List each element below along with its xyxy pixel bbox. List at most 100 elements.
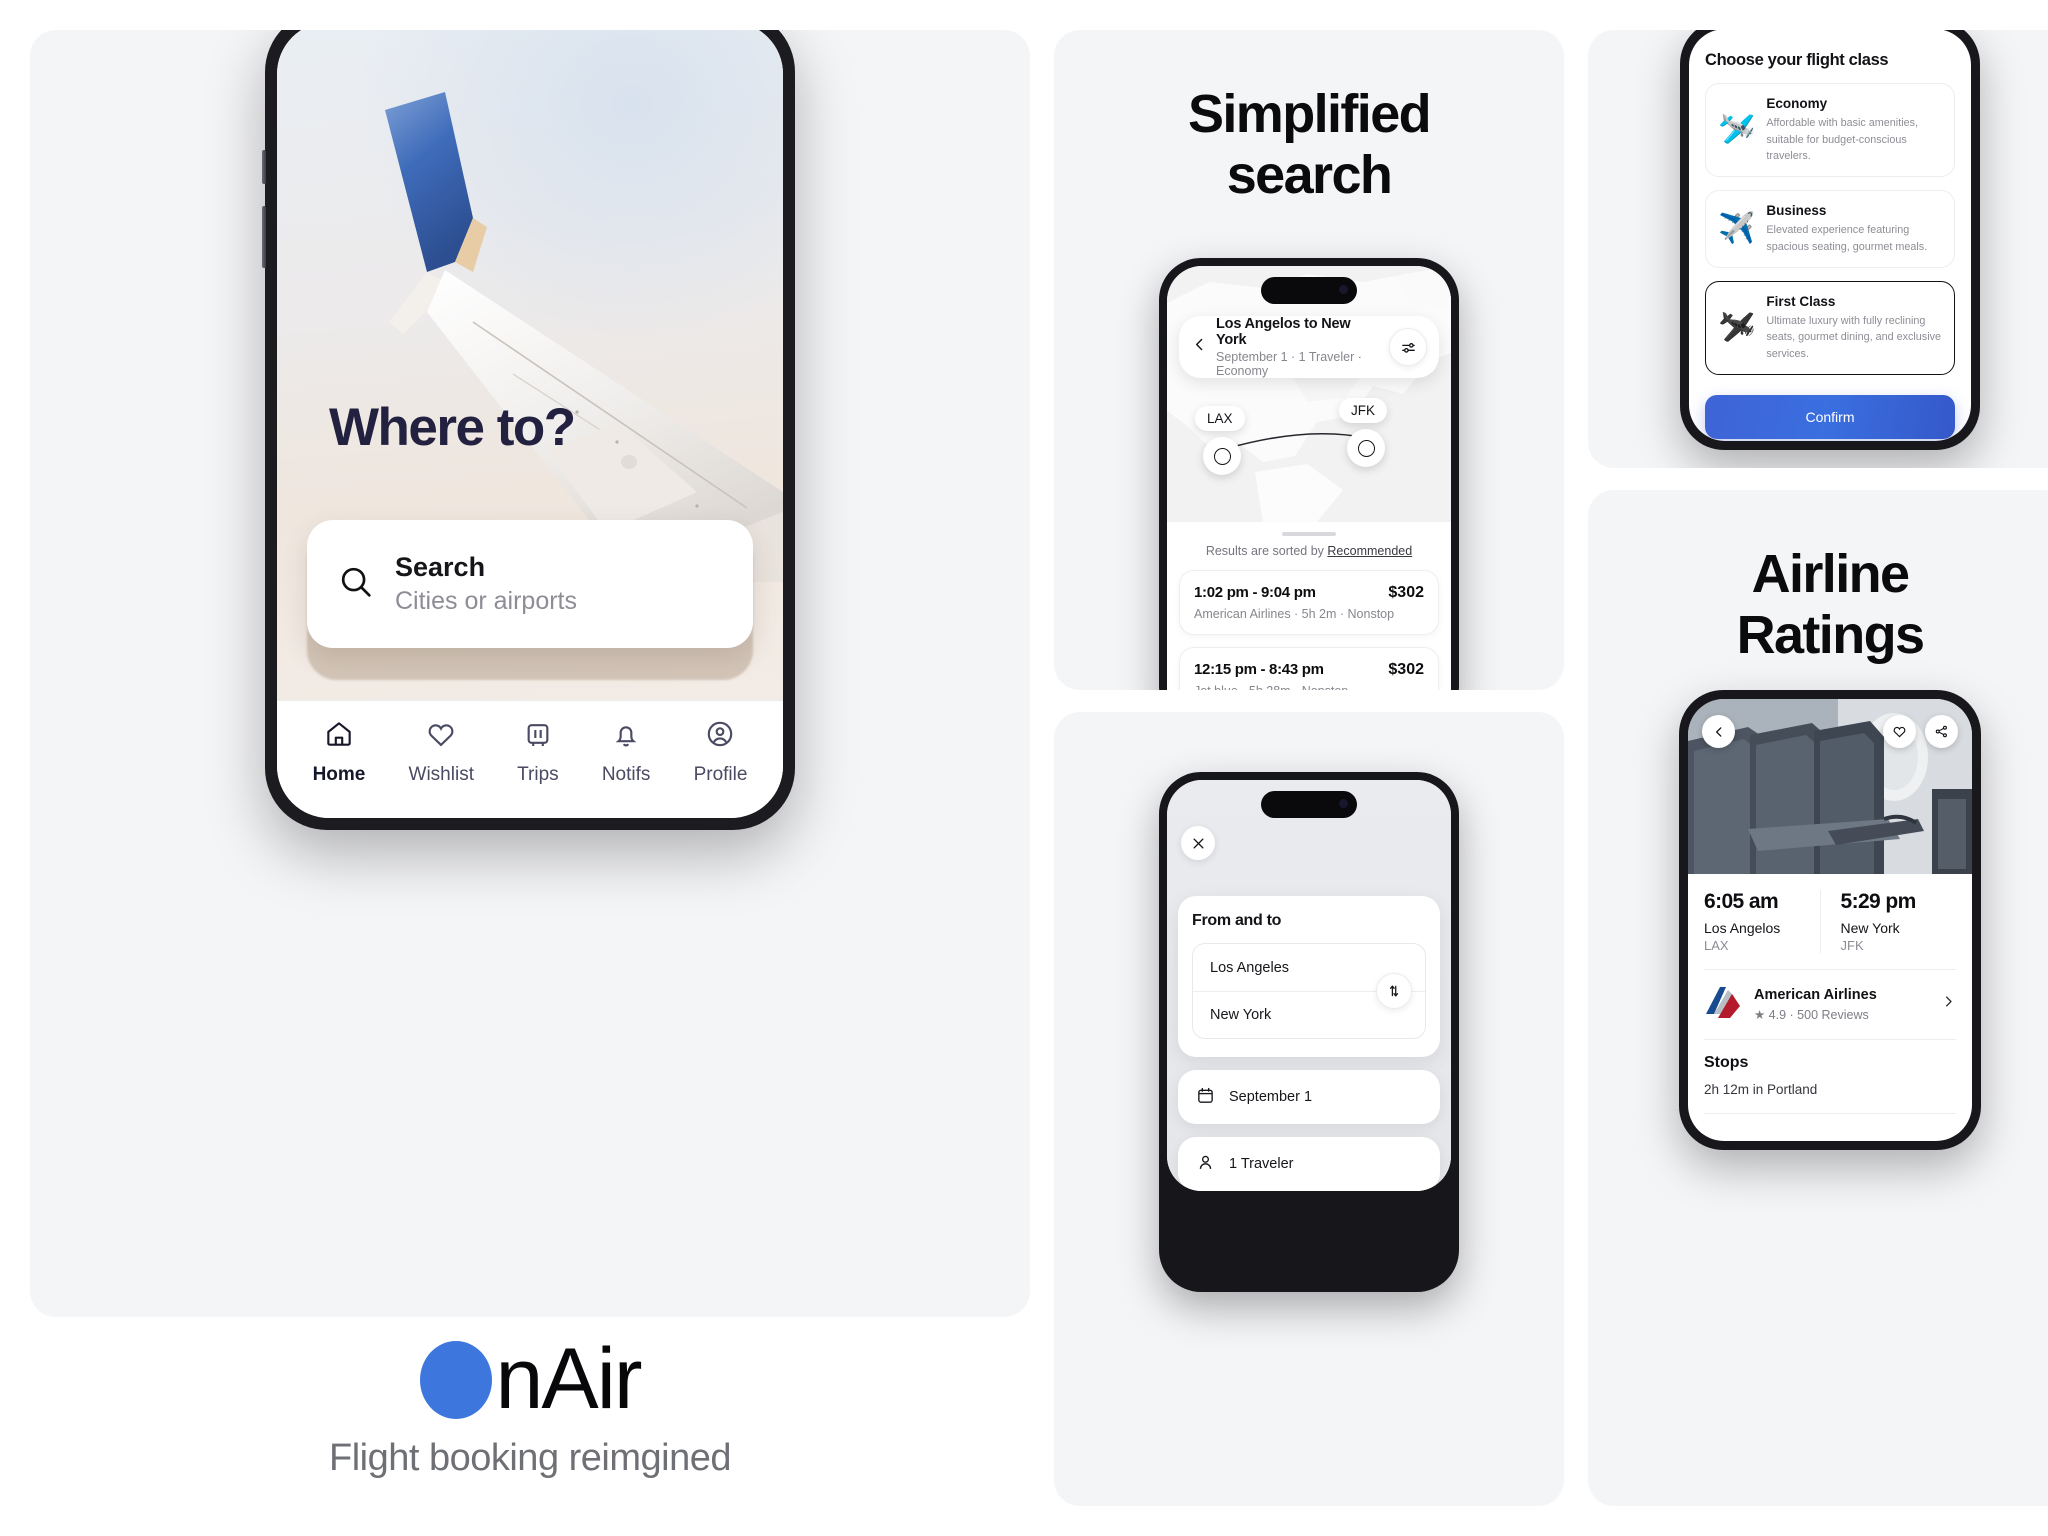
destination-code: JFK [1339,398,1388,423]
route-subtitle: September 1 · 1 Traveler · Economy [1216,350,1362,378]
class-option-business[interactable]: ✈️ Business Elevated experience featurin… [1705,190,1955,268]
flight-result-row[interactable]: 12:15 pm - 8:43 pm $302 Jet blue · 5h 28… [1179,647,1439,690]
hero-column: Where to? Search Cities or airports Home… [30,30,1030,1506]
confirm-button[interactable]: Confirm [1705,394,1955,439]
tab-trips-label: Trips [517,763,559,785]
date-field[interactable]: September 1 [1178,1070,1440,1124]
phone-frame-search-results: Los Angelos to New York September 1 · 1 … [1159,258,1459,690]
route-path [1228,433,1368,449]
chevron-right-icon[interactable] [1941,994,1956,1014]
bell-icon [610,718,642,755]
close-icon[interactable] [1181,826,1215,860]
airplane-grey-icon: ✈️ [1718,211,1756,245]
class-option-name: First Class [1766,293,1836,309]
departure-code: LAX [1704,938,1729,953]
flight-detail-body: 6:05 am Los Angelos LAX 5:29 pm New York… [1688,874,1972,1114]
simplified-search-column: Simplified search Los Angelos to New Yor… [1054,30,1564,1506]
flight-detail-screen: 6:05 am Los Angelos LAX 5:29 pm New York… [1688,699,1972,1141]
class-option-economy[interactable]: 🛩️ Economy Affordable with basic ameniti… [1705,83,1955,178]
back-button[interactable] [1702,715,1735,748]
heading-line-2: search [1226,145,1393,206]
class-option-desc: Elevated experience featuring spacious s… [1766,224,1928,253]
sort-note: Results are sorted by Recommended [1167,544,1451,570]
from-and-to-title: From and to [1192,912,1282,929]
home-icon [323,718,355,755]
phone-frame-flight-detail: 6:05 am Los Angelos LAX 5:29 pm New York… [1679,690,1981,1150]
stops-value: 2h 12m in Portland [1704,1082,1818,1097]
search-box[interactable]: Search Cities or airports [307,520,753,648]
flight-times: 1:02 pm - 9:04 pm [1194,584,1316,601]
origin-pin[interactable]: LAX [1195,406,1245,475]
sheet-grip[interactable] [1282,532,1336,536]
origin-node-icon [1203,437,1241,475]
brand-tagline: Flight booking reimgined [328,1437,732,1479]
search-summary-header[interactable]: Los Angelos to New York September 1 · 1 … [1179,316,1439,378]
home-screen: Where to? Search Cities or airports Home… [277,30,783,818]
airline-ratings-heading: Airline Ratings [1588,490,2048,666]
hero-title: Where to? [329,398,576,457]
tab-wishlist[interactable]: Wishlist [409,718,474,786]
sort-note-link[interactable]: Recommended [1327,544,1412,558]
swap-vertical-icon[interactable] [1376,973,1412,1009]
calendar-icon [1196,1086,1215,1109]
search-icon [337,563,375,606]
divider [1704,969,1956,970]
route-map[interactable]: Los Angelos to New York September 1 · 1 … [1167,266,1451,522]
filters-icon[interactable] [1389,328,1427,366]
divider [1704,1113,1956,1114]
arrival-city: New York [1840,920,1900,936]
departure-block: 6:05 am Los Angelos LAX [1704,890,1820,953]
search-results-screen: Los Angelos to New York September 1 · 1 … [1167,266,1451,690]
airplane-red-icon: 🛩️ [1718,113,1756,147]
heart-icon[interactable] [1883,715,1916,748]
arrival-block: 5:29 pm New York JFK [1819,890,1957,953]
dynamic-island [1261,277,1357,304]
search-placeholder: Cities or airports [395,587,577,615]
american-airlines-logo-icon [1704,984,1742,1023]
search-label: Search [395,552,486,582]
tab-home-label: Home [312,763,366,785]
airplane-wing-illustration [385,92,783,582]
date-value: September 1 [1229,1089,1313,1105]
hero-card: Where to? Search Cities or airports Home… [30,30,1030,1317]
tab-trips[interactable]: Trips [517,718,559,786]
divider [1704,1039,1956,1040]
class-option-name: Economy [1766,96,1828,111]
class-option-desc: Ultimate luxury with fully reclining sea… [1766,314,1942,361]
travelers-field[interactable]: 1 Traveler [1178,1137,1440,1191]
from-and-to-card: From and to Los Angeles New York [1178,896,1440,1057]
hero-photo: Where to? Search Cities or airports [277,30,783,700]
share-icon[interactable] [1925,715,1958,748]
sort-note-prefix: Results are sorted by [1205,544,1328,558]
simplified-search-heading: Simplified search [1054,30,1564,206]
showcase-board: Where to? Search Cities or airports Home… [0,0,2048,1536]
heading-line-1: Simplified [1187,84,1432,144]
flight-result-row[interactable]: 1:02 pm - 9:04 pm $302 American Airlines… [1179,570,1439,635]
airplane-dark-icon: 🛩️ [1718,310,1756,344]
brand-logo: nAir [30,1336,1030,1423]
route-title: Los Angelos to New York [1216,316,1351,348]
flight-meta: Jet blue · 5h 28m · Nonstop [1194,684,1424,690]
tab-notifs[interactable]: Notifs [601,718,651,786]
phone-frame-search-form: From and to Los Angeles New York Septemb… [1159,772,1459,1292]
airline-row[interactable]: American Airlines ★ 4.9 · 500 Reviews [1704,984,1956,1023]
stops-heading: Stops [1704,1054,1749,1071]
destination-node-icon [1347,429,1385,467]
departure-city: Los Angelos [1704,920,1781,936]
chevron-left-icon[interactable] [1191,336,1208,358]
search-form-screen: From and to Los Angeles New York Septemb… [1167,780,1451,1191]
arrival-time: 5:29 pm [1840,890,1917,913]
person-circle-icon [704,718,736,755]
flight-price: $302 [1388,584,1424,601]
heart-icon [425,718,457,755]
arrival-code: JFK [1840,938,1864,953]
tab-profile[interactable]: Profile [694,718,747,786]
tab-notifs-label: Notifs [601,763,651,785]
class-option-first-class[interactable]: 🛩️ First Class Ultimate luxury with full… [1705,280,1955,375]
tab-home[interactable]: Home [312,718,366,786]
flight-class-title: Choose your flight class [1705,51,1889,69]
departure-time: 6:05 am [1704,890,1779,913]
dynamic-island [1261,791,1357,818]
brand-block: nAir Flight booking reimgined [30,1336,1030,1506]
destination-pin[interactable]: JFK [1339,398,1388,467]
